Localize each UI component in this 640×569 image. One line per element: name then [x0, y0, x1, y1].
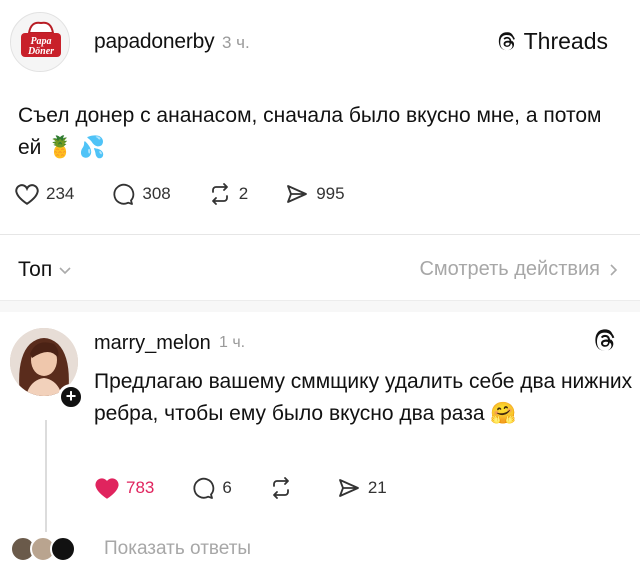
comment-text: Предлагаю вашему сммщику удалить себе дв…	[94, 370, 633, 425]
post-text: Съел донер с ананасом, сначала было вкус…	[18, 104, 602, 159]
post-author-handle[interactable]: papadonerby	[94, 30, 215, 54]
comment-like-count: 783	[126, 478, 155, 497]
comment-author-handle[interactable]: marry_melon	[94, 332, 211, 355]
chevron-right-icon	[610, 263, 618, 276]
repost-button[interactable]: 2	[207, 182, 248, 206]
threads-badge-small[interactable]	[592, 328, 618, 354]
like-count: 234	[46, 184, 75, 203]
original-post: Papa Döner papadonerby 3 ч. Threads Съел…	[0, 0, 640, 300]
chevron-down-icon	[59, 267, 71, 275]
share-icon	[287, 185, 308, 203]
repost-icon	[211, 183, 228, 205]
threads-logo-icon	[498, 31, 515, 50]
follow-plus-button[interactable]: +	[58, 384, 84, 410]
papa-doner-logo-icon: Papa Döner	[11, 13, 69, 71]
comment-actions: 783 6 21	[94, 476, 423, 500]
reply-avatar	[50, 536, 76, 562]
view-actions-link[interactable]: Смотреть действия	[419, 258, 618, 281]
reply-avatars[interactable]	[10, 536, 76, 562]
threads-badge[interactable]: Threads	[496, 28, 608, 55]
comment-reply-count: 6	[222, 478, 232, 497]
comment-item: + marry_melon 1 ч. Предлагаю вашему сммщ…	[0, 312, 640, 569]
threads-logo-icon	[595, 329, 615, 351]
view-actions-label: Смотреть действия	[419, 258, 600, 280]
comment-share-button[interactable]: 21	[336, 476, 387, 500]
comment-icon	[193, 477, 215, 499]
comment-icon	[113, 183, 135, 205]
like-button[interactable]: 234	[14, 182, 74, 206]
section-separator	[0, 300, 640, 312]
papadonerby-avatar[interactable]: Papa Döner	[10, 12, 70, 72]
comment-repost-button[interactable]	[268, 476, 300, 500]
comment-time: 1 ч.	[219, 334, 246, 351]
sort-dropdown[interactable]: Топ	[18, 258, 72, 282]
heart-icon	[15, 184, 39, 205]
threads-label: Threads	[523, 28, 608, 54]
svg-text:Döner: Döner	[27, 46, 54, 57]
comment-button[interactable]: 308	[110, 182, 171, 206]
show-replies-link[interactable]: Показать ответы	[104, 538, 251, 560]
share-icon	[338, 479, 359, 497]
repost-icon	[272, 477, 289, 499]
share-button[interactable]: 995	[284, 182, 345, 206]
comment-like-button[interactable]: 783	[94, 476, 154, 500]
comment-count: 308	[142, 184, 171, 203]
post-actions: 234 308 2 995	[14, 182, 381, 206]
thread-line	[45, 420, 47, 532]
share-count: 995	[316, 184, 345, 203]
comment-share-count: 21	[367, 478, 387, 497]
comment-reply-button[interactable]: 6	[190, 476, 232, 500]
divider	[0, 234, 640, 235]
heart-filled-icon	[95, 478, 119, 499]
post-time: 3 ч.	[222, 33, 250, 52]
repost-count: 2	[238, 184, 249, 203]
sort-label: Топ	[18, 258, 53, 281]
